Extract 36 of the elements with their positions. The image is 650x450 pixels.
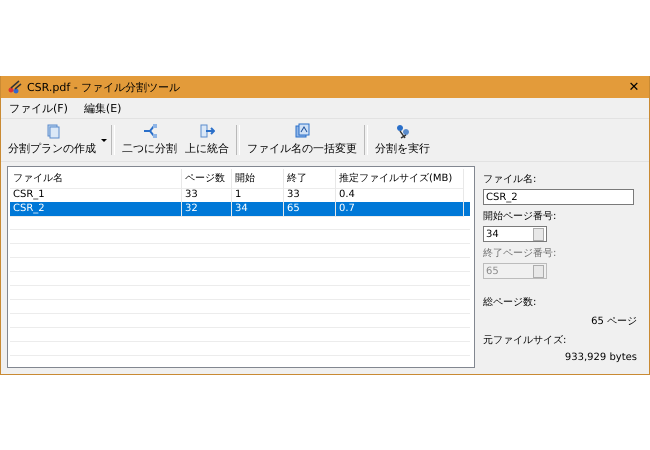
spin-buttons-icon[interactable] [533, 228, 544, 240]
field-label: 開始ページ番号: [483, 210, 556, 223]
toolbar-button[interactable]: 分割プランの作成 [5, 121, 99, 159]
toolbar-button[interactable]: 上に統合 [182, 121, 232, 159]
table-cell: 65 [284, 202, 336, 217]
merge-arrow-icon [199, 123, 215, 139]
toolbar-button[interactable]: 二つに分割 [119, 121, 180, 159]
scissors-icon [7, 79, 23, 95]
column-header[interactable]: 推定ファイルサイズ(MB) [336, 169, 464, 189]
table-cell: 32 [182, 202, 232, 217]
number-field[interactable]: 34 [483, 226, 547, 242]
stat-label: 元ファイルサイズ: [483, 334, 566, 347]
window-title: CSR.pdf - ファイル分割ツール [27, 80, 180, 94]
column-header[interactable]: ページ数 [182, 169, 232, 189]
column-header[interactable]: ファイル名 [10, 169, 182, 189]
stat-label: 総ページ数: [483, 296, 536, 309]
table-cell: 0.7 [336, 202, 464, 217]
scissors-icon [394, 123, 410, 139]
stat-value: 65 ページ [591, 315, 637, 328]
column-header[interactable]: 開始 [232, 169, 284, 189]
caret-icon[interactable] [101, 139, 107, 142]
toolbar-button[interactable]: 分割を実行 [372, 121, 433, 159]
field-label: ファイル名: [483, 173, 536, 186]
menu-item[interactable]: ファイル(F) [9, 100, 68, 116]
field-label: 終了ページ番号: [483, 246, 556, 260]
toolbar-button[interactable]: ファイル名の一括変更 [244, 121, 360, 159]
documents-icon [294, 123, 310, 139]
menu-item[interactable]: 編集(E) [84, 100, 122, 116]
text-field[interactable]: CSR_2 [483, 189, 634, 205]
close-button[interactable]: ✕ [619, 76, 649, 98]
table-cell: CSR_2 [10, 202, 182, 217]
stat-value: 933,929 bytes [564, 352, 637, 363]
column-header[interactable]: 終了 [284, 169, 336, 189]
split-arrow-icon [142, 123, 158, 139]
selected-row[interactable]: CSR_2 32 34 65 0.7 [10, 202, 470, 216]
table-cell: 34 [232, 202, 284, 217]
